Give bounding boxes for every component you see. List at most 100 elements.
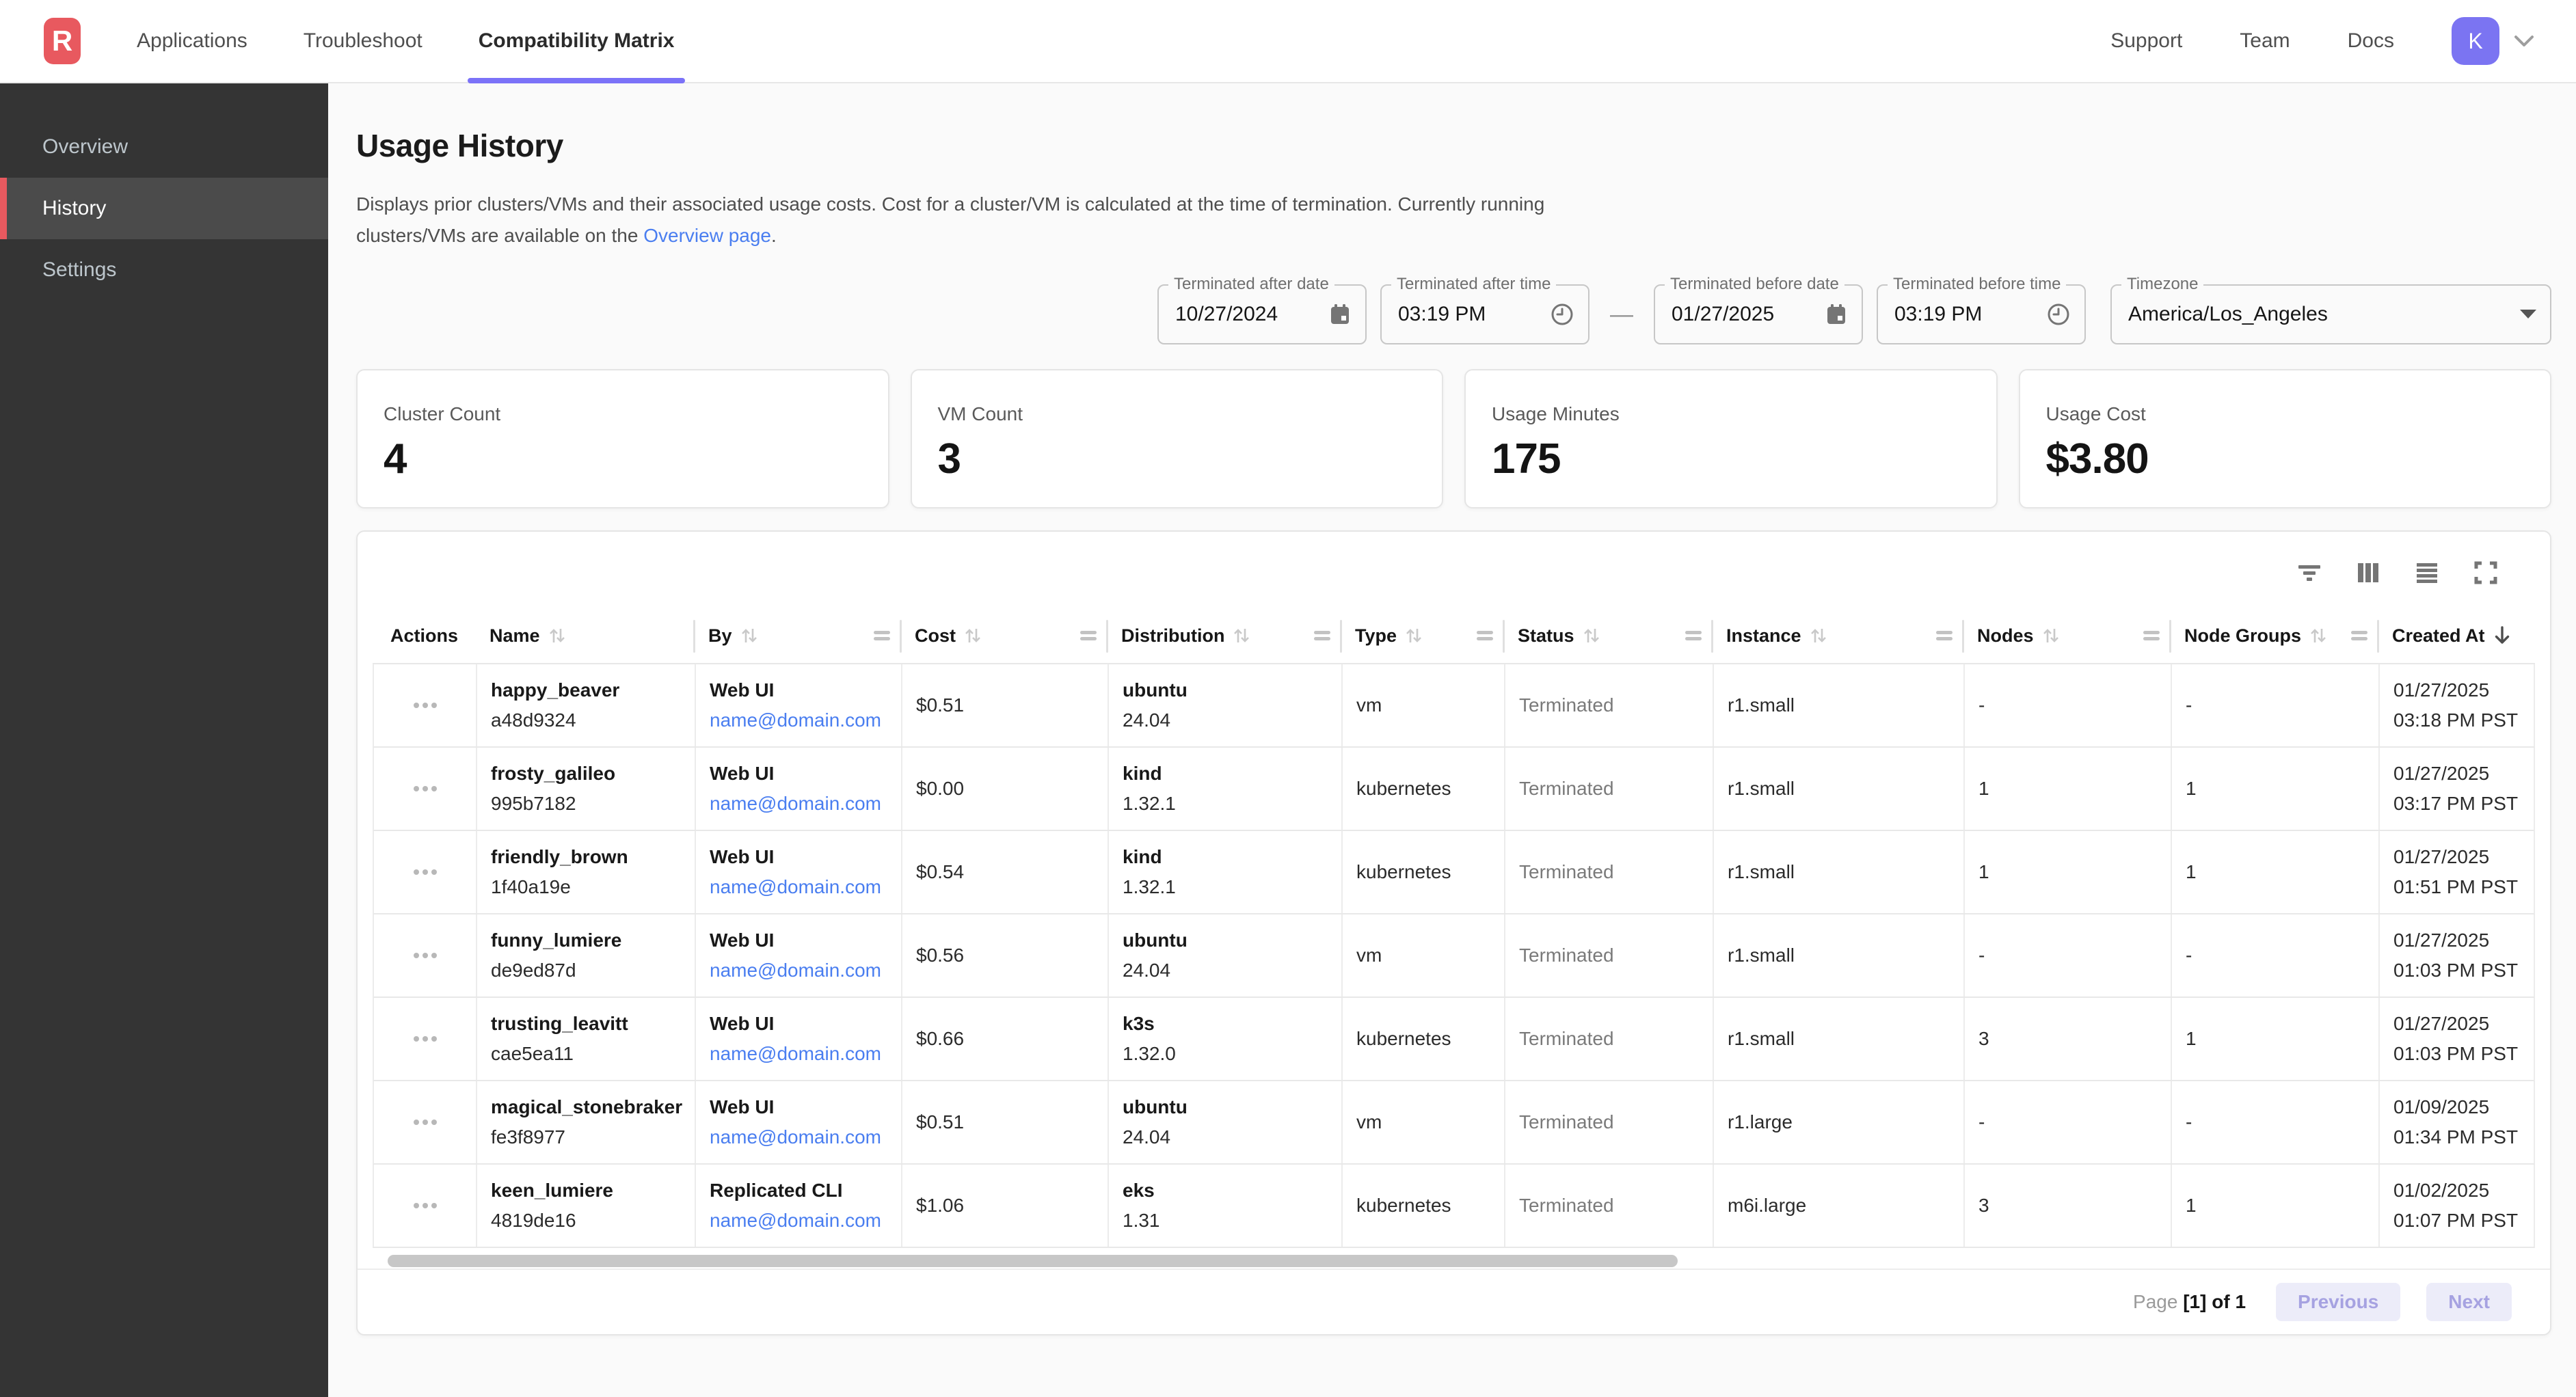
field-value: 03:19 PM [1398, 303, 1486, 326]
column-header-by[interactable]: By [695, 608, 901, 663]
column-header-name[interactable]: Name [476, 608, 695, 663]
column-header-node-groups[interactable]: Node Groups [2171, 608, 2378, 663]
name-cell: keen_lumiere 4819de16 [477, 1165, 696, 1247]
terminated-before-time-field[interactable]: Terminated before time 03:19 PM [1877, 284, 2086, 344]
cluster-id: a48d9324 [491, 709, 686, 731]
cluster-id: 4819de16 [491, 1210, 686, 1232]
column-header-cost[interactable]: Cost [901, 608, 1108, 663]
row-actions-button[interactable] [407, 696, 444, 715]
page-label: Page [2133, 1291, 2177, 1312]
stat-cards: Cluster Count 4 VM Count 3 Usage Minutes… [356, 369, 2551, 508]
created-by-email-link[interactable]: name@domain.com [710, 1126, 893, 1148]
column-menu-icon[interactable] [2143, 629, 2160, 642]
column-header-distribution[interactable]: Distribution [1108, 608, 1341, 663]
calendar-icon[interactable] [1825, 303, 1848, 326]
created-by-email-link[interactable]: name@domain.com [710, 960, 893, 981]
table-header-row: ActionsNameByCostDistributionTypeStatusI… [373, 608, 2535, 664]
distribution-name: ubuntu [1123, 930, 1333, 951]
created-at-cell: 01/09/2025 01:34 PM PST [2380, 1081, 2534, 1163]
row-actions-button[interactable] [407, 779, 444, 798]
terminated-after-time-field[interactable]: Terminated after time 03:19 PM [1380, 284, 1589, 344]
chevron-down-icon[interactable] [2512, 33, 2536, 49]
created-by-email-link[interactable]: name@domain.com [710, 709, 893, 731]
node-groups-value: 1 [2186, 1028, 2370, 1050]
name-cell: magical_stonebraker fe3f8977 [477, 1081, 696, 1163]
sidebar-item-overview[interactable]: Overview [0, 116, 328, 178]
distribution-version: 24.04 [1123, 709, 1333, 731]
scrollbar-thumb[interactable] [388, 1255, 1678, 1267]
column-menu-icon[interactable] [1685, 629, 1702, 642]
terminated-before-date-field[interactable]: Terminated before date 01/27/2025 [1654, 284, 1863, 344]
created-by-source: Web UI [710, 679, 893, 701]
by-cell: Web UI name@domain.com [696, 664, 902, 746]
replicated-logo[interactable]: R [44, 18, 81, 64]
created-by-email-link[interactable]: name@domain.com [710, 876, 893, 898]
column-header-status[interactable]: Status [1504, 608, 1713, 663]
instance-value: r1.small [1728, 694, 1955, 716]
avatar[interactable]: K [2452, 17, 2499, 65]
calendar-icon[interactable] [1328, 303, 1352, 326]
next-button[interactable]: Next [2426, 1283, 2512, 1321]
row-actions-button[interactable] [407, 863, 444, 882]
node-groups-cell: 1 [2172, 1165, 2380, 1247]
nodes-cell: - [1965, 914, 2172, 996]
instance-value: r1.small [1728, 778, 1955, 800]
column-header-type[interactable]: Type [1341, 608, 1504, 663]
column-header-nodes[interactable]: Nodes [1963, 608, 2171, 663]
column-menu-icon[interactable] [2351, 629, 2367, 642]
dropdown-caret-icon[interactable] [2520, 310, 2536, 319]
cost-cell: $0.51 [902, 664, 1109, 746]
instance-value: r1.small [1728, 861, 1955, 883]
cluster-name: friendly_brown [491, 846, 686, 868]
column-menu-icon[interactable] [1080, 629, 1097, 642]
column-header-created-at[interactable]: Created At [2378, 608, 2535, 663]
table-body: happy_beaver a48d9324 Web UI name@domain… [373, 664, 2535, 1248]
column-menu-icon[interactable] [1936, 629, 1953, 642]
tab-troubleshoot[interactable]: Troubleshoot [304, 0, 422, 82]
sort-icon [1231, 625, 1252, 647]
table-row: happy_beaver a48d9324 Web UI name@domain… [373, 664, 2535, 748]
fullscreen-icon[interactable] [2471, 558, 2501, 588]
created-by-email-link[interactable]: name@domain.com [710, 1210, 893, 1232]
row-actions-button[interactable] [407, 1029, 444, 1048]
columns-icon[interactable] [2353, 558, 2383, 588]
row-actions-button[interactable] [407, 1196, 444, 1215]
created-by-email-link[interactable]: name@domain.com [710, 1043, 893, 1065]
status-cell: Terminated [1505, 748, 1714, 830]
distribution-name: ubuntu [1123, 1096, 1333, 1118]
sidebar-item-label: Settings [42, 258, 116, 282]
cost-cell: $0.54 [902, 831, 1109, 913]
column-menu-icon[interactable] [1314, 629, 1330, 642]
timezone-select[interactable]: Timezone America/Los_Angeles [2110, 284, 2551, 344]
by-cell: Web UI name@domain.com [696, 998, 902, 1080]
row-actions-button[interactable] [407, 1113, 444, 1132]
type-cell: kubernetes [1343, 748, 1505, 830]
created-date: 01/27/2025 [2393, 846, 2525, 868]
nav-link-team[interactable]: Team [2240, 29, 2290, 53]
column-menu-icon[interactable] [1477, 629, 1493, 642]
distribution-cell: ubuntu 24.04 [1109, 664, 1343, 746]
terminated-after-date-field[interactable]: Terminated after date 10/27/2024 [1157, 284, 1367, 344]
column-menu-icon[interactable] [874, 629, 890, 642]
created-by-email-link[interactable]: name@domain.com [710, 793, 893, 815]
column-header-instance[interactable]: Instance [1713, 608, 1963, 663]
stat-label: VM Count [938, 403, 1417, 425]
filter-icon[interactable] [2294, 558, 2324, 588]
previous-button[interactable]: Previous [2276, 1283, 2400, 1321]
sidebar-item-history[interactable]: History [0, 178, 328, 239]
nav-link-support[interactable]: Support [2110, 29, 2182, 53]
node-groups-cell: - [2172, 1081, 2380, 1163]
nav-right: Support Team Docs K [2110, 17, 2536, 65]
overview-page-link[interactable]: Overview page [643, 225, 771, 246]
actions-cell [374, 998, 477, 1080]
sidebar-item-settings[interactable]: Settings [0, 239, 328, 301]
nav-link-docs[interactable]: Docs [2348, 29, 2394, 53]
tab-compatibility-matrix[interactable]: Compatibility Matrix [479, 0, 675, 82]
clock-icon[interactable] [2046, 302, 2071, 327]
account-menu[interactable]: K [2452, 17, 2536, 65]
clock-icon[interactable] [1550, 302, 1574, 327]
tab-applications[interactable]: Applications [137, 0, 247, 82]
row-actions-button[interactable] [407, 946, 444, 965]
density-icon[interactable] [2412, 558, 2442, 588]
column-label: Node Groups [2184, 625, 2301, 647]
